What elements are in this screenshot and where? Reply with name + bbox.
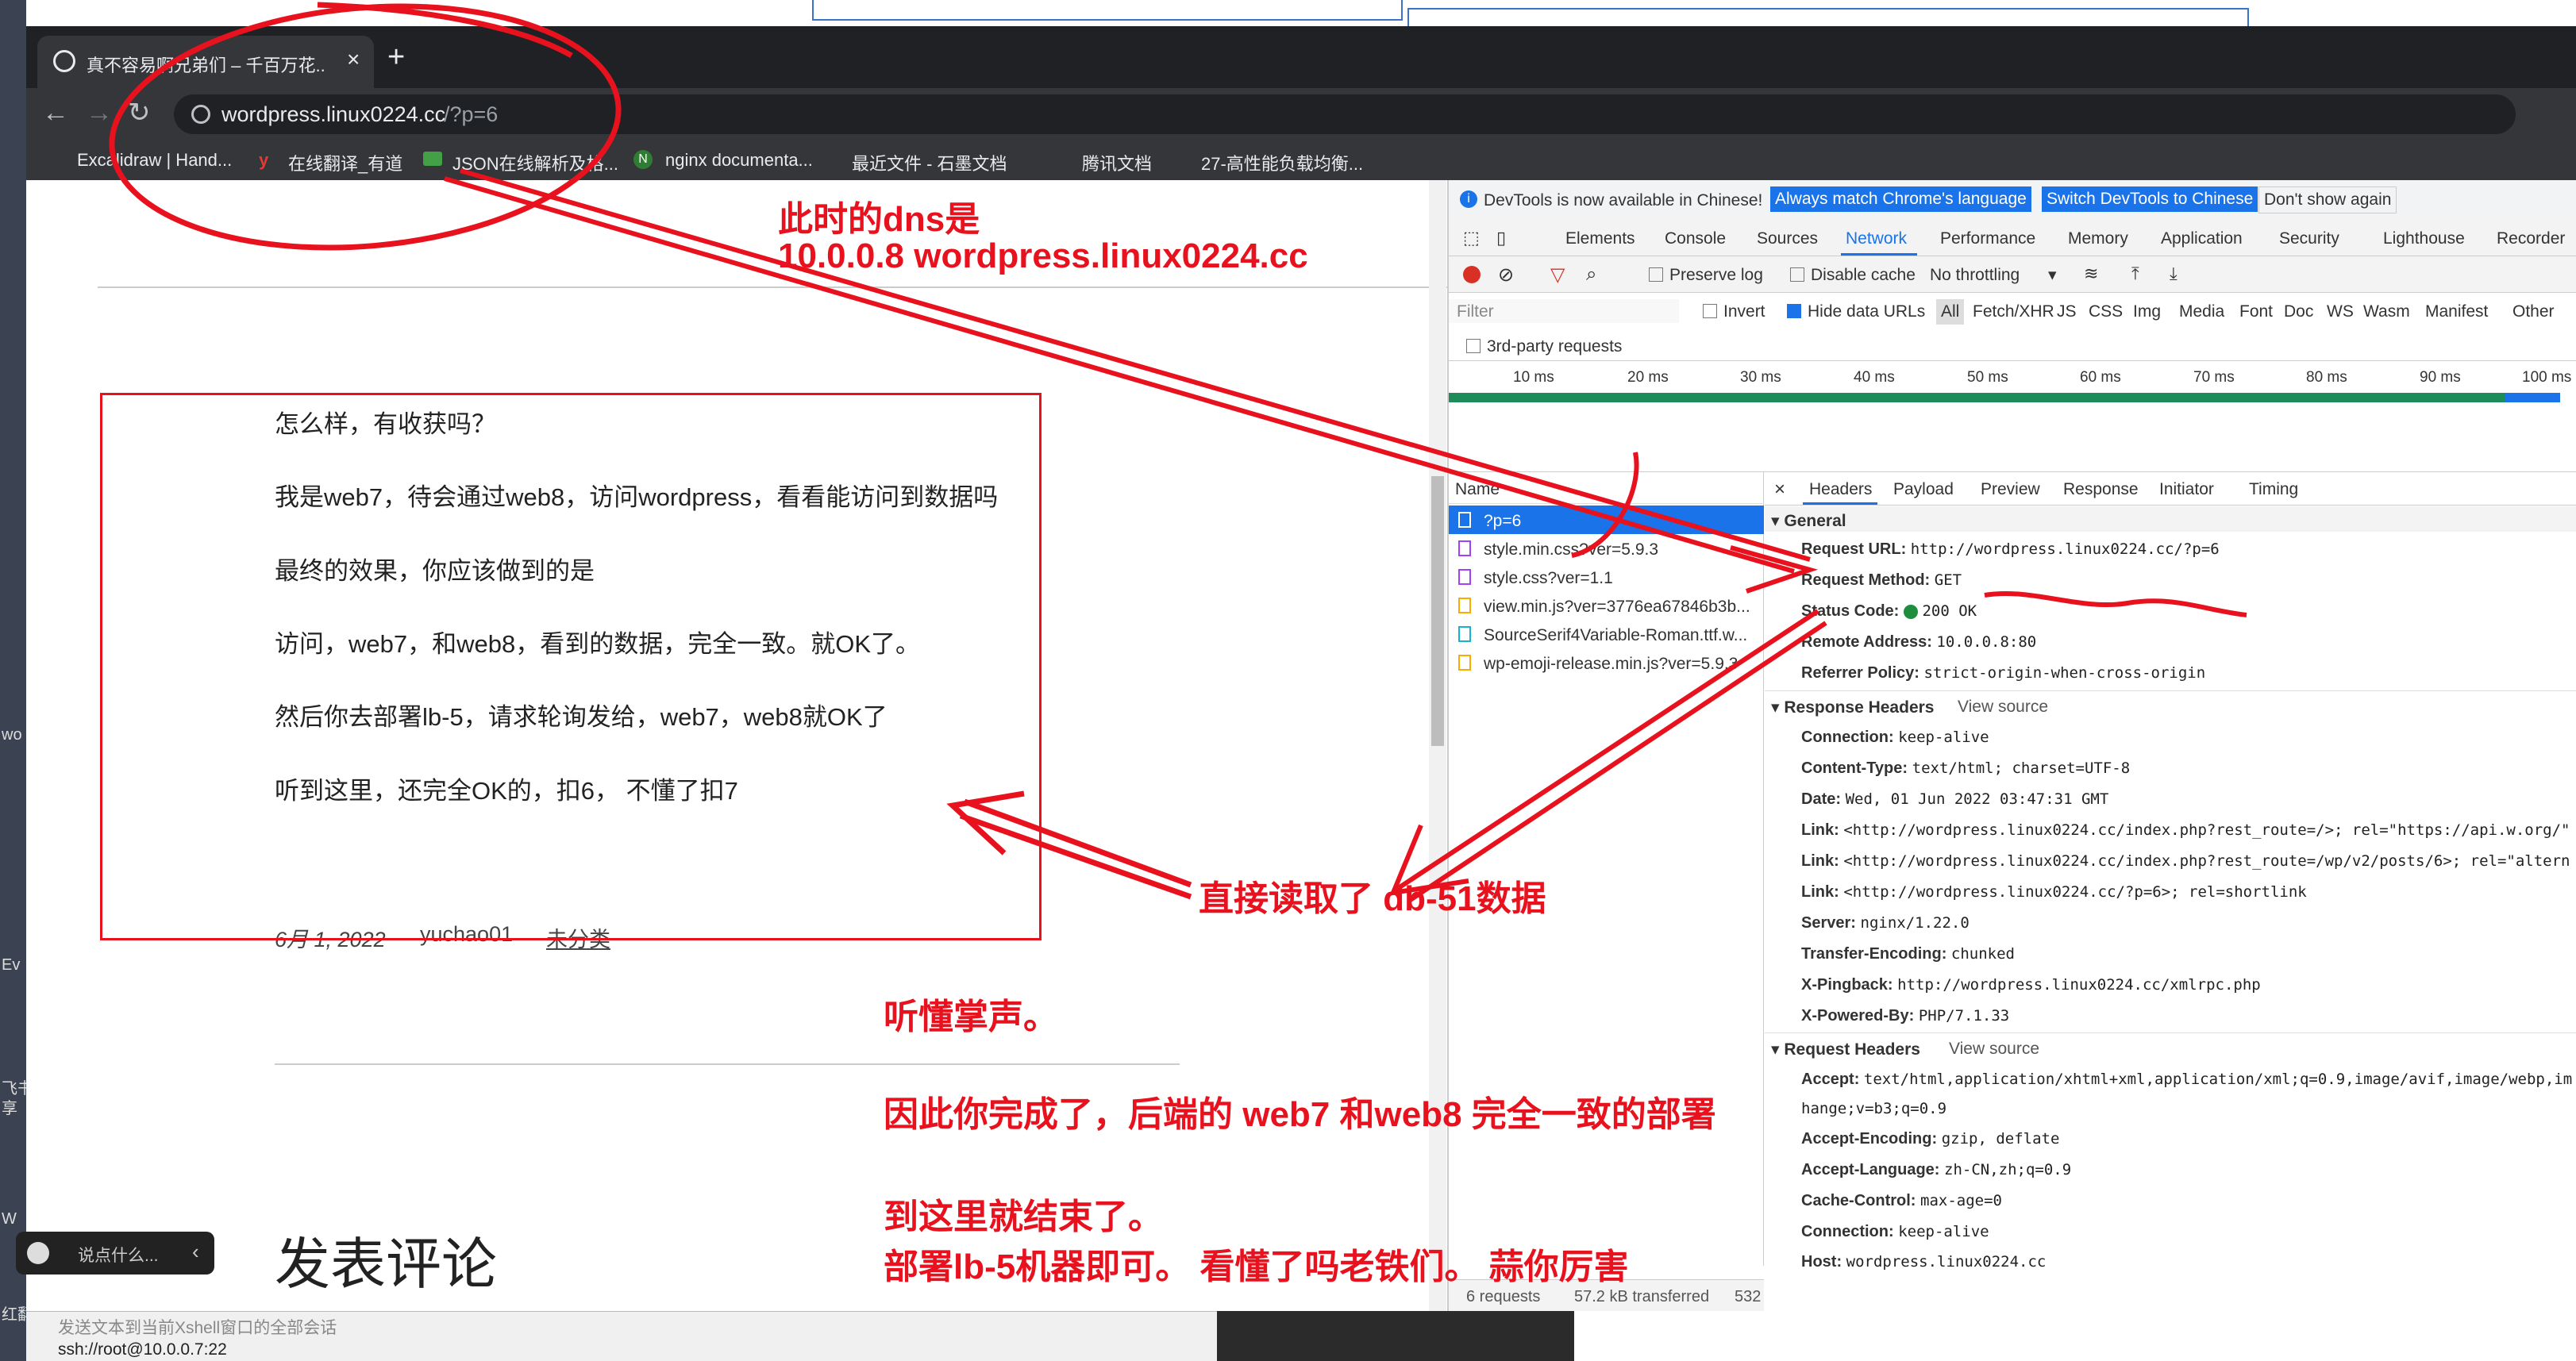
annotation-dns: 此时的dns是 [778,200,980,239]
annotation-underline [1984,590,2247,617]
annotation-arrow [1407,621,1827,903]
annotation-arrow [460,168,1811,562]
annotation-clap: 听懂掌声。 [884,998,1058,1036]
annotation-circle [109,3,622,251]
annotation-stroke [317,2,573,59]
annotation-overlay [109,2,2247,903]
annotation-dns-value: 10.0.0.8 wordpress.linux0224.cc [778,236,1308,275]
annotation-end: 到这里就结束了。 [884,1198,1163,1236]
annotation-arrow [1396,609,1819,891]
annotation-done: 因此你完成了，后端的 web7 和web8 完全一致的部署 [884,1095,1716,1134]
annotation-arrow [959,813,1192,900]
annotation-lb: 部署lb-5机器即可。 看懂了吗老铁们。 蒜你厉害 [884,1248,1629,1286]
annotation-db: 直接读取了 db-51数据 [1199,879,1546,918]
annotation-stroke [1571,452,1639,558]
annotation-arrow [963,798,1192,888]
